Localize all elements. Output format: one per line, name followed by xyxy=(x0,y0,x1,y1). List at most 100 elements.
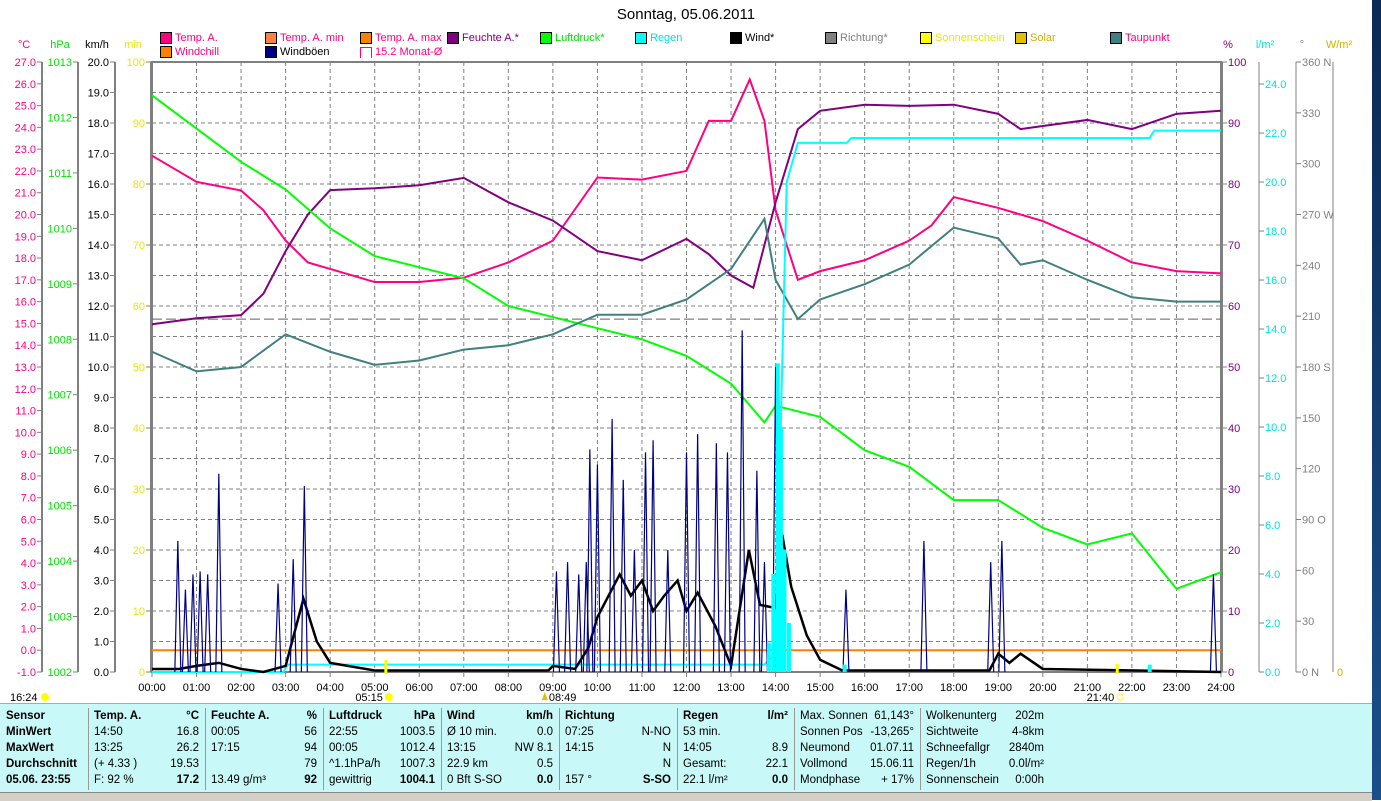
header-unit: l/m² xyxy=(767,710,788,722)
axis-tick-label: 60 xyxy=(1228,301,1240,313)
axis-tick-label: 8.0 xyxy=(94,423,109,435)
x-tick-label: 14:00 xyxy=(762,682,790,694)
axis-tick-label: 13.0 xyxy=(15,362,36,374)
axis-tick-label: 24.0 xyxy=(1265,79,1286,91)
axis-tick-label: 70 xyxy=(1228,240,1240,252)
header-label: Wind xyxy=(447,710,475,722)
cell-value: 0.0 xyxy=(537,774,553,786)
row-label: 05.06. 23:55 xyxy=(6,774,71,786)
axis-tick-label: 330 xyxy=(1302,108,1320,120)
cell-time: 14:50 xyxy=(94,726,123,738)
cell-value: 1004.1 xyxy=(399,774,435,786)
axis-tick-label: 22.0 xyxy=(15,166,36,178)
axis-tick-label: 14.0 xyxy=(1265,324,1286,336)
moon-time: 16:24 xyxy=(10,692,38,703)
axis-tick-label: 27.0 xyxy=(15,57,36,69)
cell-value: 0:00h xyxy=(1015,774,1044,786)
axis-tick-label: 1.0 xyxy=(21,623,36,635)
axis-tick-label: 30 xyxy=(1228,484,1240,496)
table-row: Durchschnitt xyxy=(0,756,88,772)
column-header: Feuchte A.% xyxy=(205,708,323,724)
cell-time: 157 ° xyxy=(565,774,592,786)
x-tick-label: 10:00 xyxy=(584,682,612,694)
axis-tick-label: 60 xyxy=(133,301,145,313)
axis-tick-label: 23.0 xyxy=(15,144,36,156)
axis-tick-label: 12.0 xyxy=(15,384,36,396)
axis-tick-label: 1009 xyxy=(48,279,72,291)
axis-tick-label: 0 xyxy=(1337,667,1343,679)
axis-tick-label: 10.0 xyxy=(1265,422,1286,434)
x-tick-label: 23:00 xyxy=(1163,682,1191,694)
axis-tick-label: 6.0 xyxy=(94,484,109,496)
cell-time: 13.49 g/m³ xyxy=(211,774,266,786)
cell-time: 07:25 xyxy=(565,726,594,738)
axis-tick-label: 300 xyxy=(1302,159,1320,171)
x-tick-label: 11:00 xyxy=(629,682,656,694)
cell-value: 1012.4 xyxy=(399,742,435,754)
axis-tick-label: 15.0 xyxy=(88,210,109,222)
axis-tick-label: 40 xyxy=(1228,423,1240,435)
axis-tick-label: 5.0 xyxy=(21,536,36,548)
axis-tick-label: 1004 xyxy=(48,556,72,568)
table-row: 14:50 16.8 xyxy=(88,724,205,740)
axis-tick-label: 7.0 xyxy=(94,454,109,466)
x-tick-label: 19:00 xyxy=(985,682,1013,694)
axis-tick-label: 90 xyxy=(1228,118,1240,130)
axis-tick-label: 0 N xyxy=(1302,667,1319,679)
cell-value: S-SO xyxy=(642,774,671,786)
axis-tick-label: 4.0 xyxy=(1265,569,1280,581)
axis-tick-label: 30 xyxy=(1302,616,1314,628)
cell-value: 0.5 xyxy=(537,758,553,770)
axis-tick-label: 0 xyxy=(1228,667,1234,679)
cell-time: 0 Bft S-SO xyxy=(447,774,502,786)
axis-unit-r1: l/m² xyxy=(1256,39,1275,51)
axis-tick-label: 19.0 xyxy=(88,88,109,100)
cell-label: Schneefallgr xyxy=(926,742,990,754)
axis-tick-label: 4.0 xyxy=(94,545,109,557)
sunrise-time: 05:15 xyxy=(355,692,383,703)
cell-time: 17:15 xyxy=(211,742,240,754)
table-row: Mondphase + 17% xyxy=(794,772,920,788)
axis-tick-label: 3.0 xyxy=(21,580,36,592)
row-label: Durchschnitt xyxy=(6,758,77,770)
axis-tick-label: 90 xyxy=(133,118,145,130)
table-row: 0 Bft S-SO 0.0 xyxy=(441,772,559,788)
x-tick-label: 06:00 xyxy=(405,682,433,694)
axis-tick-label: 14.0 xyxy=(15,340,36,352)
cell-value: 94 xyxy=(304,742,317,754)
axis-tick-label: 50 xyxy=(1228,362,1240,374)
header-label: Regen xyxy=(683,710,719,722)
cell-value: 0.0 xyxy=(537,726,553,738)
axis-tick-label: 1010 xyxy=(48,223,72,235)
cell-time: 22:55 xyxy=(329,726,358,738)
table-column-misc: Wolkenunterg 202m Sichtweite 4-8km Schneefal… xyxy=(920,708,1050,790)
axis-tick-label: 100 xyxy=(127,57,145,69)
table-row: Wolkenunterg 202m xyxy=(920,708,1050,724)
cell-value: 0.0 xyxy=(772,774,788,786)
table-row: 13:15 NW 8.1 xyxy=(441,740,559,756)
axis-tick-label: 1003 xyxy=(48,612,72,624)
cell-time: 13:25 xyxy=(94,742,123,754)
axis-tick-label: 17.0 xyxy=(15,275,36,287)
cell-label: Wolkenunterg xyxy=(926,710,997,722)
cell-value: 92 xyxy=(304,774,317,786)
x-tick-label: 24:00 xyxy=(1207,682,1235,694)
axis-tick-label: 14.0 xyxy=(88,240,109,252)
header-label: Feuchte A. xyxy=(211,710,270,722)
axis-tick-label: 1007 xyxy=(48,390,72,402)
stats-panel: Sensor MinWert MaxWert Durchschnitt 05.06. 2… xyxy=(0,703,1372,793)
cell-label: Sonnen Pos xyxy=(800,726,863,738)
axis-tick-label: 1013 xyxy=(48,57,72,69)
axis-unit-r2: ° xyxy=(1300,39,1304,51)
cell-value: 202m xyxy=(1015,710,1044,722)
axis-unit-1: hPa xyxy=(50,39,70,51)
table-row: Ø 10 min. 0.0 xyxy=(441,724,559,740)
axis-tick-label: 26.0 xyxy=(15,79,36,91)
table-row: 17:15 94 xyxy=(205,740,323,756)
axis-tick-label: 2.0 xyxy=(21,602,36,614)
cell-time: Ø 10 min. xyxy=(447,726,497,738)
column-header: Temp. A. °C xyxy=(88,708,205,724)
table-column-rain: Regen l/m² 53 min. 14:05 8.9 Gesamt: 22.1 22.1 … xyxy=(677,708,795,790)
table-row: Sichtweite 4-8km xyxy=(920,724,1050,740)
row-label: MinWert xyxy=(6,726,52,738)
